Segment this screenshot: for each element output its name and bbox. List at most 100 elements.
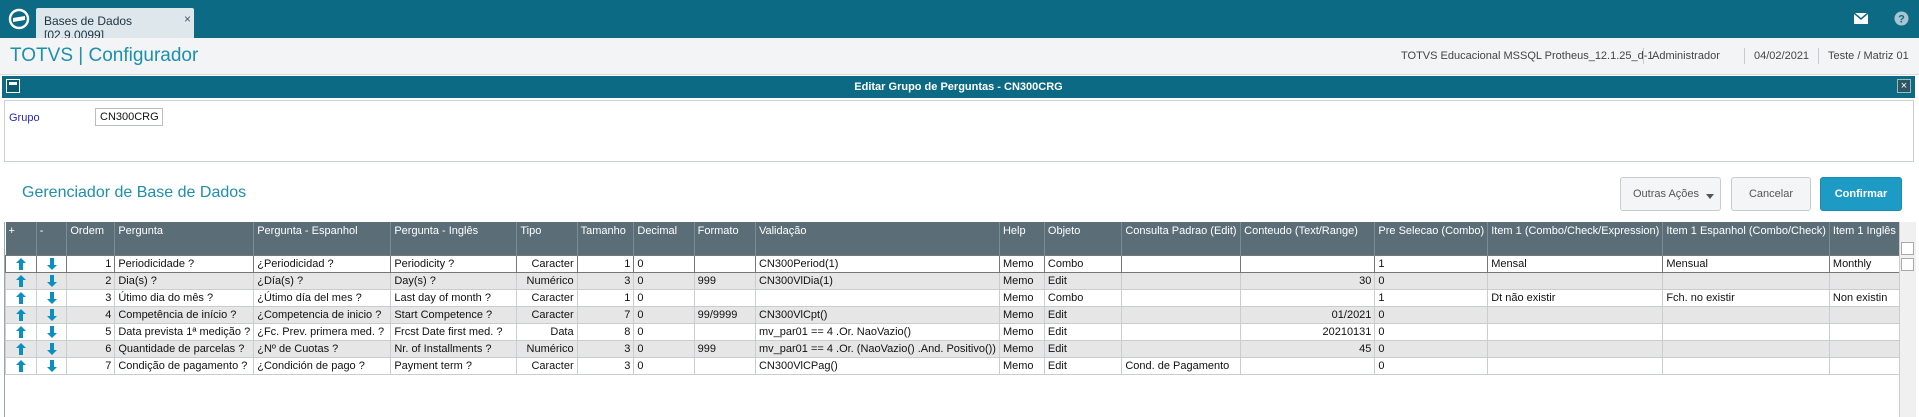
- table-cell[interactable]: Frcst Date first med. ?: [390, 323, 518, 341]
- table-cell[interactable]: [1487, 340, 1664, 358]
- table-cell[interactable]: ¿Día(s) ?: [253, 272, 392, 290]
- table-cell[interactable]: CN300VlCpt(): [754, 306, 1000, 324]
- table-cell[interactable]: 0: [1374, 357, 1489, 375]
- column-header[interactable]: Objeto: [1044, 222, 1123, 256]
- table-cell[interactable]: Periodicidade ?: [114, 255, 255, 273]
- table-cell[interactable]: 7: [66, 357, 116, 375]
- table-cell[interactable]: Caracter: [516, 357, 578, 375]
- table-cell[interactable]: 1: [576, 289, 635, 307]
- table-cell[interactable]: Memo: [998, 357, 1045, 375]
- table-cell[interactable]: Payment term ?: [390, 357, 518, 375]
- table-cell[interactable]: Quantidade de parcelas ?: [114, 340, 255, 358]
- table-cell[interactable]: Periodicity ?: [390, 255, 518, 273]
- column-header[interactable]: Pergunta: [114, 222, 255, 256]
- arrow-up-icon[interactable]: [14, 359, 28, 373]
- table-cell[interactable]: 999: [693, 272, 756, 290]
- table-cell[interactable]: [1487, 323, 1664, 341]
- table-cell[interactable]: 0: [633, 272, 695, 290]
- table-cell[interactable]: Data: [516, 323, 578, 341]
- table-cell[interactable]: Combo: [1043, 289, 1123, 307]
- table-cell[interactable]: ¿Competencia de inicio ?: [253, 306, 392, 324]
- table-row[interactable]: 5 Data prevista 1ª medição ? ¿Fc. Prev. pr…: [5, 323, 1900, 341]
- column-header[interactable]: Help: [999, 222, 1045, 256]
- table-row[interactable]: 6 Quantidade de parcelas ? ¿Nº de Cuotas ?…: [5, 340, 1900, 358]
- move-up-cell[interactable]: [5, 255, 37, 273]
- table-cell[interactable]: ¿Condición de pago ?: [253, 357, 392, 375]
- table-cell[interactable]: [754, 289, 1000, 307]
- table-cell[interactable]: [1121, 340, 1242, 358]
- arrow-up-icon[interactable]: [14, 257, 28, 271]
- arrow-down-icon[interactable]: [45, 274, 59, 288]
- column-header[interactable]: Item 1 (Combo/Check/Expression): [1487, 222, 1664, 256]
- table-cell[interactable]: [1121, 289, 1242, 307]
- table-row[interactable]: 4 Competência de início ? ¿Competencia de …: [5, 306, 1900, 324]
- arrow-down-icon[interactable]: [45, 257, 59, 271]
- table-cell[interactable]: 20210131: [1240, 323, 1376, 341]
- column-header[interactable]: Tamanho: [577, 222, 635, 256]
- table-cell[interactable]: 1: [576, 255, 635, 273]
- table-cell[interactable]: [1828, 272, 1900, 290]
- table-cell[interactable]: Edit: [1043, 340, 1123, 358]
- table-cell[interactable]: Start Competence ?: [390, 306, 518, 324]
- table-cell[interactable]: Data prevista 1ª medição ?: [114, 323, 255, 341]
- table-cell[interactable]: [1121, 323, 1242, 341]
- table-cell[interactable]: Edit: [1043, 323, 1123, 341]
- cancel-button[interactable]: Cancelar: [1731, 177, 1811, 211]
- column-header[interactable]: +: [5, 222, 37, 256]
- move-up-cell[interactable]: [5, 323, 37, 341]
- table-cell[interactable]: 6: [66, 340, 116, 358]
- table-cell[interactable]: Memo: [998, 272, 1045, 290]
- table-cell[interactable]: Edit: [1043, 306, 1123, 324]
- tab-bases-de-dados[interactable]: Bases de Dados [02.9.0099] ×: [36, 8, 194, 42]
- table-cell[interactable]: [1121, 272, 1242, 290]
- totvs-logo-icon[interactable]: [8, 8, 30, 30]
- table-cell[interactable]: [1240, 357, 1376, 375]
- table-cell[interactable]: ¿Nº de Cuotas ?: [253, 340, 392, 358]
- table-cell[interactable]: [1487, 272, 1664, 290]
- arrow-down-icon[interactable]: [45, 291, 59, 305]
- table-cell[interactable]: [1240, 255, 1376, 273]
- table-cell[interactable]: 3: [576, 340, 635, 358]
- table-cell[interactable]: 7: [576, 306, 635, 324]
- table-row[interactable]: 3 Útimo dia do mês ? ¿Útimo día del mes ? L…: [5, 289, 1900, 307]
- column-header[interactable]: Ordem: [66, 222, 116, 256]
- table-row[interactable]: 7 Condição de pagamento ? ¿Condición de pa…: [5, 357, 1900, 375]
- column-header[interactable]: Consulta Padrao (Edit): [1121, 222, 1242, 256]
- table-cell[interactable]: [693, 357, 756, 375]
- tab-close-icon[interactable]: ×: [184, 12, 191, 26]
- table-cell[interactable]: Memo: [998, 306, 1045, 324]
- table-cell[interactable]: ¿Fc. Prev. primera med. ?: [253, 323, 392, 341]
- arrow-up-icon[interactable]: [14, 274, 28, 288]
- column-header[interactable]: Pergunta - Espanhol: [253, 222, 392, 256]
- table-cell[interactable]: 0: [633, 323, 695, 341]
- table-cell[interactable]: [1828, 357, 1900, 375]
- move-down-cell[interactable]: [35, 289, 68, 307]
- table-cell[interactable]: [1121, 306, 1242, 324]
- table-cell[interactable]: Condição de pagamento ?: [114, 357, 255, 375]
- group-field[interactable]: CN300CRG: [95, 108, 163, 126]
- table-cell[interactable]: Útimo dia do mês ?: [114, 289, 255, 307]
- table-cell[interactable]: 1: [1374, 255, 1489, 273]
- move-up-cell[interactable]: [5, 289, 37, 307]
- move-up-cell[interactable]: [5, 272, 37, 290]
- table-cell[interactable]: [1828, 306, 1900, 324]
- column-header[interactable]: Conteudo (Text/Range): [1240, 222, 1376, 256]
- column-header[interactable]: -: [36, 222, 68, 256]
- table-cell[interactable]: mv_par01 == 4 .Or. NaoVazio(): [754, 323, 1000, 341]
- table-cell[interactable]: Non existin: [1828, 289, 1900, 307]
- column-header[interactable]: Pergunta - Inglês: [390, 222, 518, 256]
- table-cell[interactable]: Mensal: [1487, 255, 1664, 273]
- table-cell[interactable]: 30: [1240, 272, 1376, 290]
- column-header[interactable]: Pre Selecao (Combo): [1374, 222, 1489, 256]
- table-cell[interactable]: 0: [1374, 340, 1489, 358]
- table-cell[interactable]: [1662, 357, 1830, 375]
- table-cell[interactable]: 0: [633, 306, 695, 324]
- table-cell[interactable]: Nr. of Installments ?: [390, 340, 518, 358]
- other-actions-button[interactable]: Outras Ações: [1620, 177, 1721, 211]
- scroll-top-icon[interactable]: [1901, 242, 1914, 255]
- arrow-up-icon[interactable]: [14, 325, 28, 339]
- table-cell[interactable]: [1662, 340, 1830, 358]
- table-cell[interactable]: Memo: [998, 289, 1045, 307]
- table-cell[interactable]: Last day of month ?: [390, 289, 518, 307]
- table-cell[interactable]: 99/9999: [693, 306, 756, 324]
